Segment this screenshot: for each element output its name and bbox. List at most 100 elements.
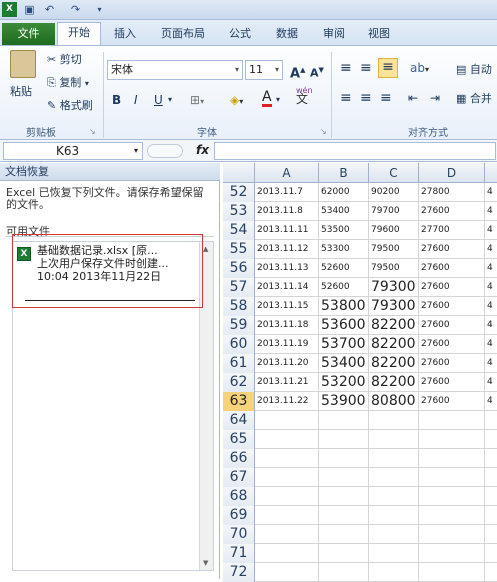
cell-d[interactable]: [419, 449, 485, 468]
cell-d[interactable]: [419, 506, 485, 525]
row-header[interactable]: 72: [223, 563, 255, 582]
cell-e[interactable]: [485, 487, 497, 506]
row-header[interactable]: 71: [223, 544, 255, 563]
cell-c[interactable]: 82200: [369, 373, 419, 392]
cell-d[interactable]: [419, 468, 485, 487]
cell-c[interactable]: 79500: [369, 259, 419, 278]
scroll-up-icon[interactable]: ▲: [203, 245, 208, 253]
cell-d[interactable]: 27700: [419, 221, 485, 240]
tab-view[interactable]: 视图: [362, 24, 396, 45]
cell-c[interactable]: [369, 563, 419, 582]
tab-file[interactable]: 文件: [2, 23, 55, 45]
tab-insert[interactable]: 插入: [108, 24, 142, 45]
scroll-down-icon[interactable]: ▼: [203, 559, 208, 567]
row-header[interactable]: 57: [223, 278, 255, 297]
cell-c[interactable]: [369, 525, 419, 544]
cell-a[interactable]: [255, 563, 319, 582]
cell-a[interactable]: 2013.11.15: [255, 297, 319, 316]
cell-c[interactable]: 79300: [369, 278, 419, 297]
cell-b[interactable]: 53200: [319, 373, 369, 392]
cut-button[interactable]: ✂ 剪切: [47, 52, 82, 68]
cell-d[interactable]: 27600: [419, 335, 485, 354]
row-header[interactable]: 70: [223, 525, 255, 544]
cell-d[interactable]: [419, 525, 485, 544]
cell-a[interactable]: 2013.11.13: [255, 259, 319, 278]
font-name-combo[interactable]: 宋体 ▾: [107, 60, 243, 80]
cell-d[interactable]: [419, 544, 485, 563]
save-icon[interactable]: ▣: [22, 2, 37, 17]
align-right-icon[interactable]: ≡: [380, 90, 392, 106]
cell-b[interactable]: [319, 563, 369, 582]
cell-e[interactable]: 4: [485, 259, 497, 278]
cell-b[interactable]: 53400: [319, 202, 369, 221]
cell-d[interactable]: [419, 563, 485, 582]
chevron-down-icon[interactable]: ▾: [168, 92, 172, 108]
decrease-indent-icon[interactable]: ⇤: [408, 90, 418, 106]
row-header[interactable]: 53: [223, 202, 255, 221]
cell-e[interactable]: 4: [485, 202, 497, 221]
orientation-icon[interactable]: ab▾: [410, 60, 429, 78]
cell-c[interactable]: [369, 544, 419, 563]
tab-formulas[interactable]: 公式: [223, 24, 257, 45]
cell-d[interactable]: 27600: [419, 354, 485, 373]
cell-c[interactable]: [369, 449, 419, 468]
cell-e[interactable]: 4: [485, 240, 497, 259]
cell-b[interactable]: 53900: [319, 392, 369, 411]
worksheet-grid[interactable]: A B C D 52 2013.11.7 62000 90200 27800 4 53 201…: [223, 163, 497, 582]
row-header[interactable]: 52: [223, 183, 255, 202]
wrap-text-button[interactable]: ▤ 自动: [456, 62, 492, 78]
shrink-font-button[interactable]: A▼: [310, 62, 324, 82]
redo-icon[interactable]: ↷: [68, 2, 83, 17]
cell-c[interactable]: 82200: [369, 335, 419, 354]
align-middle-icon[interactable]: ≡: [360, 60, 372, 76]
cell-d[interactable]: 27600: [419, 202, 485, 221]
cell-c[interactable]: [369, 468, 419, 487]
row-header[interactable]: 61: [223, 354, 255, 373]
cell-e[interactable]: 4: [485, 221, 497, 240]
cell-b[interactable]: [319, 411, 369, 430]
cell-c[interactable]: 79600: [369, 221, 419, 240]
cell-e[interactable]: [485, 411, 497, 430]
cell-b[interactable]: [319, 430, 369, 449]
row-header[interactable]: 65: [223, 430, 255, 449]
cell-e[interactable]: [485, 430, 497, 449]
row-header[interactable]: 62: [223, 373, 255, 392]
cell-d[interactable]: 27600: [419, 297, 485, 316]
row-header[interactable]: 63: [223, 392, 255, 411]
cell-d[interactable]: 27600: [419, 392, 485, 411]
cell-a[interactable]: [255, 544, 319, 563]
row-header[interactable]: 64: [223, 411, 255, 430]
paste-icon[interactable]: [10, 50, 36, 78]
cell-d[interactable]: 27600: [419, 240, 485, 259]
cell-a[interactable]: [255, 411, 319, 430]
cell-c[interactable]: [369, 430, 419, 449]
row-header[interactable]: 58: [223, 297, 255, 316]
merge-center-button[interactable]: ▦ 合并: [456, 91, 492, 107]
formula-bar-toggle[interactable]: [147, 144, 183, 158]
cell-e[interactable]: 4: [485, 278, 497, 297]
cell-c[interactable]: 80800: [369, 392, 419, 411]
cell-b[interactable]: 53400: [319, 354, 369, 373]
borders-button[interactable]: ⊞▾: [190, 92, 204, 110]
column-header-c[interactable]: C: [369, 163, 419, 183]
cell-b[interactable]: [319, 525, 369, 544]
cell-d[interactable]: [419, 411, 485, 430]
cell-d[interactable]: 27600: [419, 373, 485, 392]
cell-c[interactable]: [369, 506, 419, 525]
cell-b[interactable]: [319, 544, 369, 563]
cell-b[interactable]: 52600: [319, 259, 369, 278]
cell-e[interactable]: 4: [485, 297, 497, 316]
cell-a[interactable]: [255, 430, 319, 449]
cell-a[interactable]: 2013.11.11: [255, 221, 319, 240]
insert-function-icon[interactable]: fx: [196, 143, 209, 157]
align-top-icon[interactable]: ≡: [340, 60, 352, 76]
cell-b[interactable]: 53500: [319, 221, 369, 240]
cell-e[interactable]: 4: [485, 335, 497, 354]
cell-c[interactable]: 79500: [369, 240, 419, 259]
cell-e[interactable]: [485, 563, 497, 582]
cell-c[interactable]: [369, 487, 419, 506]
cell-a[interactable]: 2013.11.18: [255, 316, 319, 335]
cell-c[interactable]: 90200: [369, 183, 419, 202]
clipboard-launcher-icon[interactable]: ↘: [89, 124, 96, 140]
font-color-button[interactable]: A: [262, 90, 272, 107]
